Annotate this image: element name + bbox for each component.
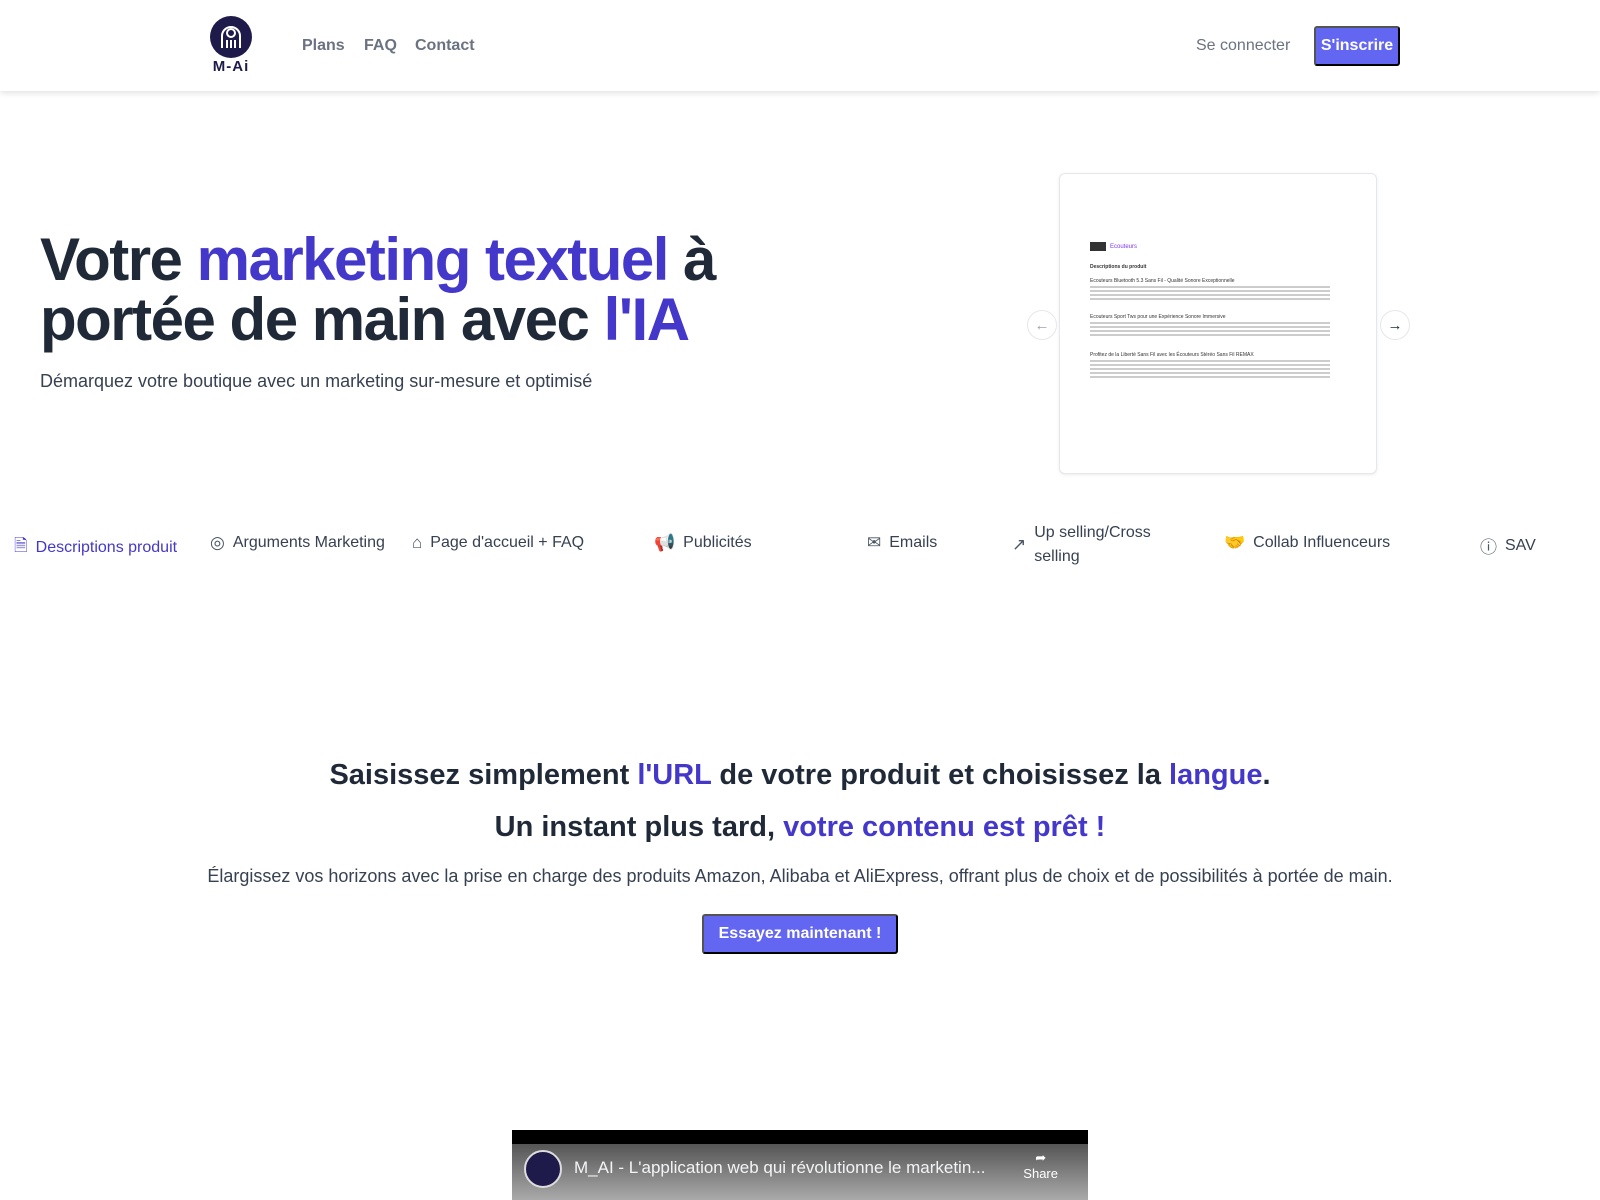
tab-label: Up selling/Cross selling: [1034, 524, 1151, 565]
signup-button[interactable]: S'inscrire: [1314, 26, 1400, 66]
title-text: Votre: [40, 226, 197, 293]
carousel-prev-button[interactable]: ←: [1027, 310, 1057, 340]
section-description: Élargissez vos horizons avec la prise en…: [207, 866, 1393, 886]
hero-subtitle: Démarquez votre boutique avec un marketi…: [40, 371, 593, 391]
tab-publicites[interactable]: 📢 Publicités: [654, 533, 752, 553]
section-heading-2: Un instant plus tard, votre contenu est …: [494, 811, 1106, 843]
preview-item: Ecouteurs Bluetooth 5.3 Sans Fil - Quali…: [1090, 278, 1330, 300]
preview-item: Profitez de la Liberté Sans Fil avec les…: [1090, 352, 1330, 378]
tab-page-accueil-faq[interactable]: ⌂ Page d'accueil + FAQ: [412, 533, 584, 553]
document-icon: 🗎: [14, 536, 28, 555]
title-accent: marketing textuel: [196, 226, 670, 293]
help-circle-icon: ⓘ: [1480, 538, 1497, 557]
target-icon: ◎: [210, 533, 225, 552]
navbar: M-Ai Plans FAQ Contact Se connecter S'in…: [0, 0, 1600, 91]
carousel-next-button[interactable]: →: [1380, 310, 1410, 340]
logo[interactable]: M-Ai: [206, 16, 256, 75]
preview-category: Ecouteurs: [1090, 242, 1137, 251]
hero-title: Votre marketing textuel à portée de main…: [40, 230, 760, 350]
trending-up-icon: ↗: [1012, 535, 1027, 554]
share-icon: ➦: [1035, 1150, 1047, 1165]
tab-label: Collab Influenceurs: [1253, 534, 1391, 551]
nav-plans[interactable]: Plans: [302, 37, 345, 55]
channel-logo-icon: [524, 1150, 562, 1188]
tab-label: Arguments Marketing: [232, 534, 385, 551]
login-link[interactable]: Se connecter: [1196, 37, 1290, 55]
tab-emails[interactable]: ✉ Emails: [867, 533, 937, 553]
try-now-button[interactable]: Essayez maintenant !: [702, 914, 898, 954]
megaphone-icon: 📢: [654, 533, 676, 552]
section-heading-1: Saisissez simplement l'URL de votre prod…: [329, 759, 1271, 791]
logo-text: M-Ai: [212, 58, 250, 75]
video-title[interactable]: M_AI - L'application web qui révolutionn…: [574, 1158, 985, 1178]
title-accent: l'IA: [603, 286, 690, 353]
arrow-right-icon: →: [1387, 316, 1403, 334]
tab-sav[interactable]: ⓘ SAV: [1480, 533, 1536, 558]
tab-label: SAV: [1505, 536, 1536, 554]
tab-collab-influenceurs[interactable]: 🤝 Collab Influenceurs: [1224, 533, 1390, 553]
tab-label: Descriptions produit: [35, 538, 178, 556]
robot-logo-icon: [210, 16, 252, 58]
video-player[interactable]: M_AI - L'application web qui révolutionn…: [512, 1130, 1088, 1200]
share-button[interactable]: ➦ Share: [1023, 1150, 1058, 1181]
tab-label: Publicités: [683, 534, 752, 551]
tab-label: Page d'accueil + FAQ: [430, 534, 585, 551]
tab-label: Emails: [889, 534, 938, 551]
nav-faq[interactable]: FAQ: [364, 37, 397, 55]
mail-icon: ✉: [867, 533, 882, 552]
handshake-icon: 🤝: [1224, 533, 1246, 552]
preview-section: Descriptions du produit: [1090, 264, 1147, 270]
nav-contact[interactable]: Contact: [415, 37, 475, 55]
home-icon: ⌂: [412, 533, 423, 552]
tab-arguments-marketing[interactable]: ◎ Arguments Marketing: [210, 533, 385, 553]
preview-carousel: Ecouteurs Descriptions du produit Ecoute…: [1059, 173, 1377, 474]
tab-upselling[interactable]: ↗ Up selling/Cross selling: [1012, 521, 1172, 569]
preview-item: Ecouteurs Sport Tws pour une Expérience …: [1090, 314, 1330, 336]
tab-descriptions-produit[interactable]: 🗎 Descriptions produit: [14, 533, 177, 562]
arrow-left-icon: ←: [1034, 316, 1050, 334]
